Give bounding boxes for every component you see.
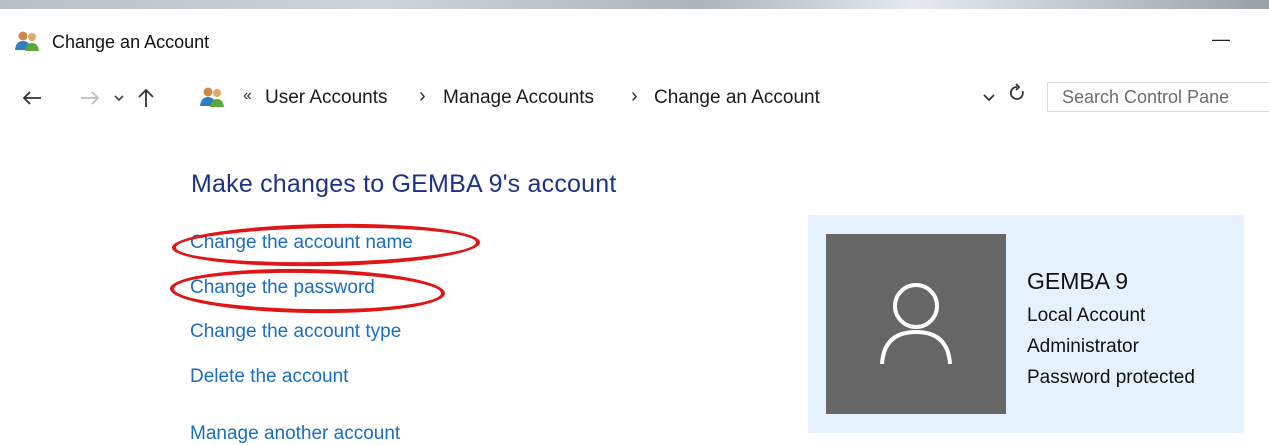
address-bar[interactable]: « User Accounts › Manage Accounts › Chan… bbox=[197, 82, 1002, 114]
change-account-type-link[interactable]: Change the account type bbox=[190, 321, 401, 343]
change-account-name-link[interactable]: Change the account name bbox=[190, 232, 413, 254]
window-title: Change an Account bbox=[52, 32, 210, 52]
back-button[interactable] bbox=[20, 84, 44, 112]
breadcrumb-separator[interactable]: › bbox=[631, 85, 638, 108]
control-panel-window: Change an Account — « User Accounts › Ma… bbox=[0, 0, 1269, 445]
breadcrumb-separator[interactable]: › bbox=[419, 85, 426, 108]
account-protection: Password protected bbox=[1027, 367, 1195, 388]
breadcrumb-manage-accounts[interactable]: Manage Accounts bbox=[443, 87, 594, 109]
user-avatar-icon bbox=[880, 283, 952, 365]
page-title: Make changes to GEMBA 9's account bbox=[191, 170, 617, 198]
account-avatar bbox=[826, 234, 1006, 414]
account-role: Administrator bbox=[1027, 336, 1139, 357]
change-password-link[interactable]: Change the password bbox=[190, 277, 375, 299]
up-button[interactable] bbox=[134, 84, 158, 112]
delete-account-link[interactable]: Delete the account bbox=[190, 366, 348, 388]
address-dropdown-button[interactable] bbox=[979, 90, 999, 110]
overflow-chevron[interactable]: « bbox=[243, 87, 252, 105]
minimize-button[interactable]: — bbox=[1208, 26, 1234, 52]
manage-another-account-link[interactable]: Manage another account bbox=[190, 423, 400, 445]
chevron-down-icon bbox=[983, 94, 995, 102]
refresh-button[interactable] bbox=[1005, 82, 1029, 112]
user-accounts-icon bbox=[14, 30, 40, 52]
refresh-icon bbox=[1009, 83, 1024, 100]
arrow-left-icon bbox=[22, 91, 41, 105]
breadcrumb-change-an-account[interactable]: Change an Account bbox=[654, 87, 820, 109]
account-card: GEMBA 9 Local Account Administrator Pass… bbox=[808, 215, 1244, 433]
account-name: GEMBA 9 bbox=[1027, 268, 1128, 294]
arrow-up-icon bbox=[138, 88, 154, 107]
window-top-edge bbox=[0, 0, 1269, 9]
user-accounts-icon bbox=[199, 86, 225, 108]
arrow-right-icon bbox=[81, 91, 100, 105]
recent-locations-button[interactable] bbox=[107, 84, 131, 112]
chevron-down-icon bbox=[114, 95, 124, 102]
breadcrumb-user-accounts[interactable]: User Accounts bbox=[265, 87, 388, 109]
account-type: Local Account bbox=[1027, 305, 1146, 326]
title-bar: Change an Account — bbox=[0, 26, 1269, 60]
forward-button[interactable] bbox=[78, 84, 102, 112]
search-input[interactable]: Search Control Pane bbox=[1047, 82, 1269, 112]
